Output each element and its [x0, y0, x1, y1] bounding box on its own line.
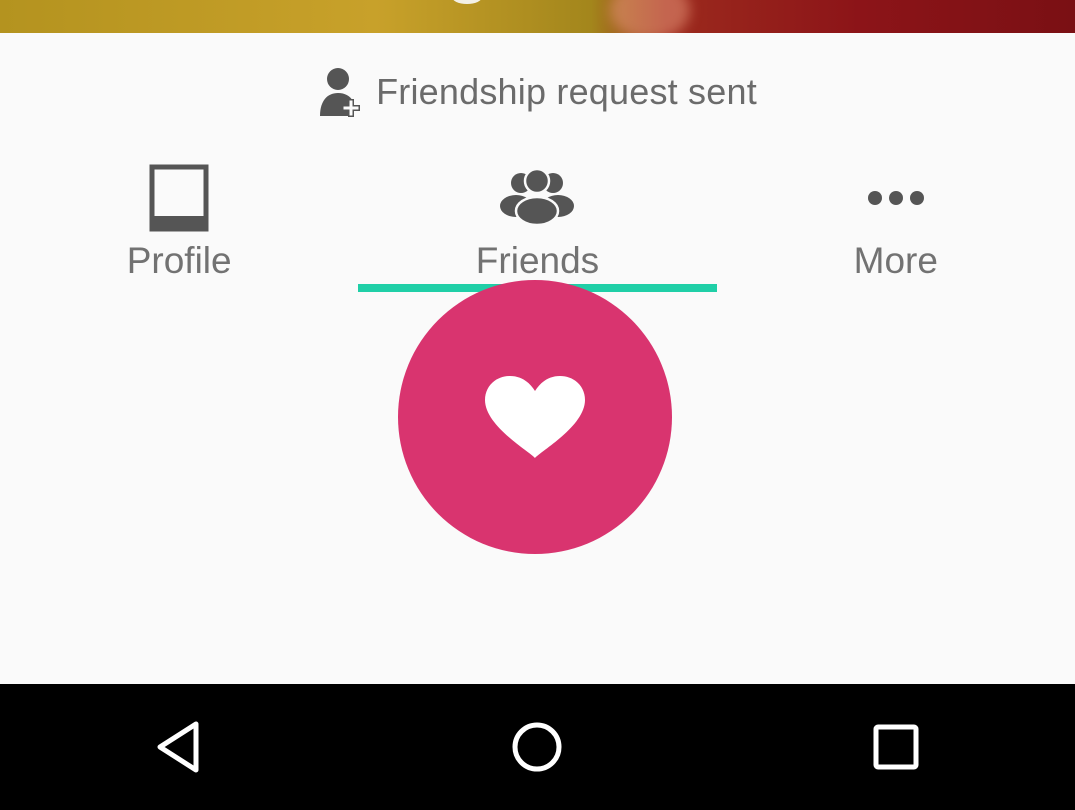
recents-square-icon — [873, 724, 919, 770]
nav-back-button[interactable] — [0, 684, 358, 810]
heart-icon — [485, 376, 585, 458]
add-friend-icon — [320, 68, 361, 117]
profile-frame-icon — [149, 164, 209, 232]
tab-profile-label: Profile — [126, 240, 232, 281]
more-dots-icon — [867, 191, 924, 205]
status-text: Friendship request sent — [376, 71, 757, 112]
tab-more[interactable]: More — [717, 160, 1075, 295]
photo-highlight — [452, 0, 482, 4]
home-circle-icon — [512, 722, 562, 772]
tab-friends[interactable]: Friends — [358, 160, 717, 295]
nav-home-button[interactable] — [358, 684, 716, 810]
tab-bar: Profile Friends More — [0, 160, 1075, 295]
like-button[interactable] — [398, 280, 672, 554]
friends-group-icon — [500, 169, 575, 227]
tab-more-label: More — [853, 240, 938, 281]
photo-shade — [610, 0, 690, 33]
friendship-status: Friendship request sent — [0, 62, 1075, 122]
nav-recents-button[interactable] — [717, 684, 1075, 810]
back-triangle-icon — [157, 721, 199, 773]
tab-profile[interactable]: Profile — [0, 160, 358, 295]
system-nav-bar — [0, 684, 1075, 810]
profile-photo-strip — [0, 0, 1075, 33]
tab-friends-label: Friends — [475, 240, 600, 281]
